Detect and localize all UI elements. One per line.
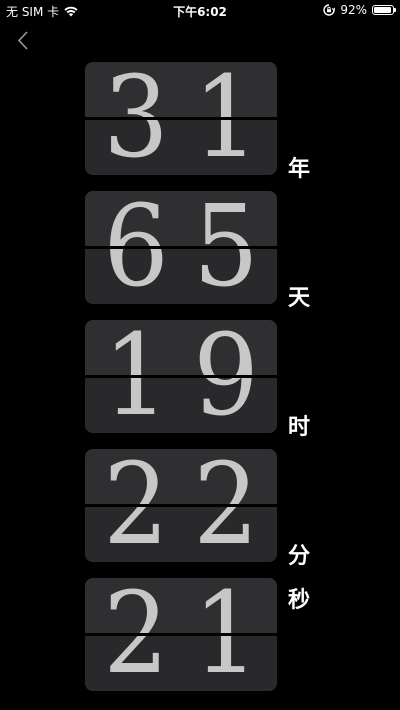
minutes-row: 2 2 分	[81, 449, 310, 569]
status-right: 92%	[323, 3, 396, 17]
battery-icon	[372, 5, 396, 15]
days-unit-label: 天	[288, 286, 311, 311]
seconds-unit-label: 秒	[288, 588, 311, 613]
flip-counter: 3 1 年 6 5 天 1 9 时 2 2 分 2 1 秒	[81, 62, 310, 707]
minutes-unit-label: 分	[288, 544, 311, 569]
hours-unit-label: 时	[288, 415, 311, 440]
rotation-lock-icon	[323, 4, 336, 16]
card-hinge	[81, 117, 281, 120]
seconds-row: 2 1 秒	[81, 578, 310, 691]
years-row: 3 1 年	[81, 62, 310, 182]
battery-fill	[374, 7, 391, 13]
card-hinge	[81, 633, 281, 636]
back-button[interactable]	[12, 28, 36, 54]
chevron-left-icon	[17, 31, 28, 50]
years-unit-label: 年	[288, 157, 311, 182]
status-bar: 无 SIM 卡 下午6:02 92%	[0, 0, 400, 22]
days-row: 6 5 天	[81, 191, 310, 311]
battery-percent: 92%	[340, 3, 367, 17]
hours-row: 1 9 时	[81, 320, 310, 440]
card-hinge	[81, 375, 281, 378]
card-hinge	[81, 504, 281, 507]
card-hinge	[81, 246, 281, 249]
